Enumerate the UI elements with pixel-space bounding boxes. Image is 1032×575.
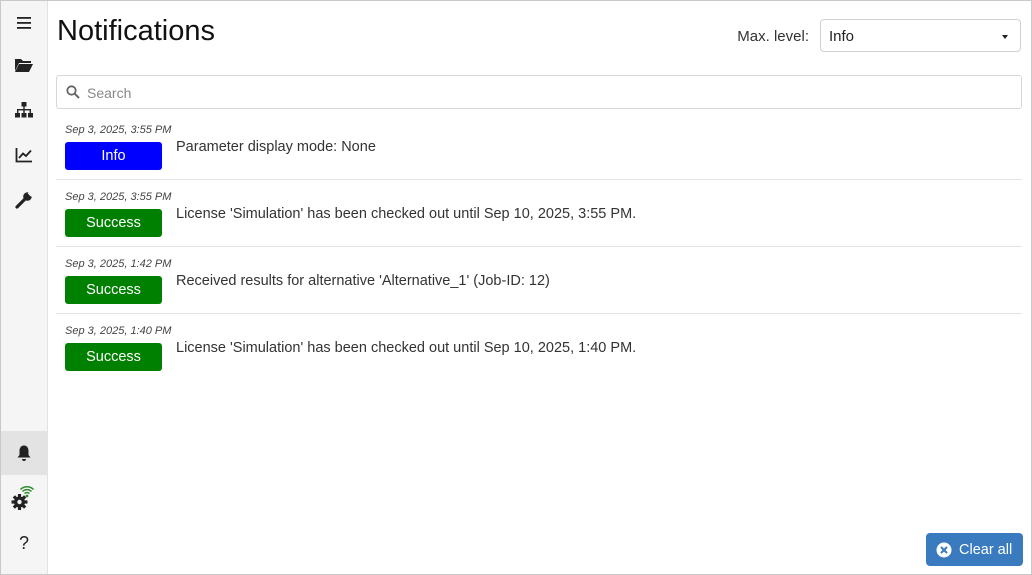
- sidebar: ?: [1, 1, 48, 574]
- level-badge-info: Info: [65, 142, 162, 170]
- level-badge-success: Success: [65, 343, 162, 371]
- notification-timestamp: Sep 3, 2025, 3:55 PM: [65, 124, 172, 136]
- help-button[interactable]: ?: [1, 521, 47, 565]
- level-badge-success: Success: [65, 209, 162, 237]
- notification-message: Received results for alternative 'Altern…: [176, 273, 550, 289]
- settings-connection-button[interactable]: [1, 476, 47, 520]
- folder-open-icon: [15, 59, 33, 72]
- clear-all-button[interactable]: Clear all: [926, 533, 1023, 566]
- help-icon: ?: [18, 532, 29, 553]
- chart-line-icon: [15, 148, 32, 163]
- notification-item: Sep 3, 2025, 3:55 PM Info Parameter disp…: [56, 113, 1022, 180]
- search-icon: [66, 85, 80, 99]
- level-badge-success: Success: [65, 276, 162, 304]
- notification-timestamp: Sep 3, 2025, 3:55 PM: [65, 191, 172, 203]
- tools-button[interactable]: [1, 178, 47, 222]
- app-window: ? Notifications Max. level: Info Search …: [0, 0, 1032, 575]
- page-title: Notifications: [57, 15, 215, 47]
- notification-timestamp: Sep 3, 2025, 1:42 PM: [65, 258, 172, 270]
- notification-message: License 'Simulation' has been checked ou…: [176, 340, 637, 356]
- notifications-panel: Notifications Max. level: Info Search Se…: [47, 1, 1031, 574]
- menu-button[interactable]: [1, 1, 47, 45]
- bell-icon: [17, 445, 31, 461]
- search-input[interactable]: Search: [56, 75, 1022, 109]
- notification-item: Sep 3, 2025, 1:40 PM Success License 'Si…: [56, 314, 1022, 380]
- structure-button[interactable]: [1, 88, 47, 132]
- sitemap-icon: [15, 102, 33, 118]
- search-placeholder: Search: [87, 85, 132, 101]
- gear-wifi-icon: [11, 486, 35, 510]
- max-level-select[interactable]: Info: [820, 19, 1021, 52]
- wrench-icon: [15, 191, 33, 209]
- caret-down-icon: [1002, 35, 1008, 39]
- circle-x-icon: [936, 542, 952, 557]
- notification-message: Parameter display mode: None: [176, 139, 376, 155]
- clear-all-label: Clear all: [959, 541, 1013, 558]
- hamburger-menu-icon: [17, 17, 31, 29]
- notifications-button[interactable]: [1, 431, 47, 475]
- open-project-button[interactable]: [1, 43, 47, 87]
- notification-item: Sep 3, 2025, 1:42 PM Success Received re…: [56, 247, 1022, 314]
- max-level-label: Max. level:: [737, 28, 809, 45]
- notification-message: License 'Simulation' has been checked ou…: [176, 206, 637, 222]
- notification-timestamp: Sep 3, 2025, 1:40 PM: [65, 325, 172, 337]
- results-chart-button[interactable]: [1, 133, 47, 177]
- max-level-value: Info: [829, 28, 855, 45]
- notification-list: Sep 3, 2025, 3:55 PM Info Parameter disp…: [56, 113, 1022, 380]
- notification-item: Sep 3, 2025, 3:55 PM Success License 'Si…: [56, 180, 1022, 247]
